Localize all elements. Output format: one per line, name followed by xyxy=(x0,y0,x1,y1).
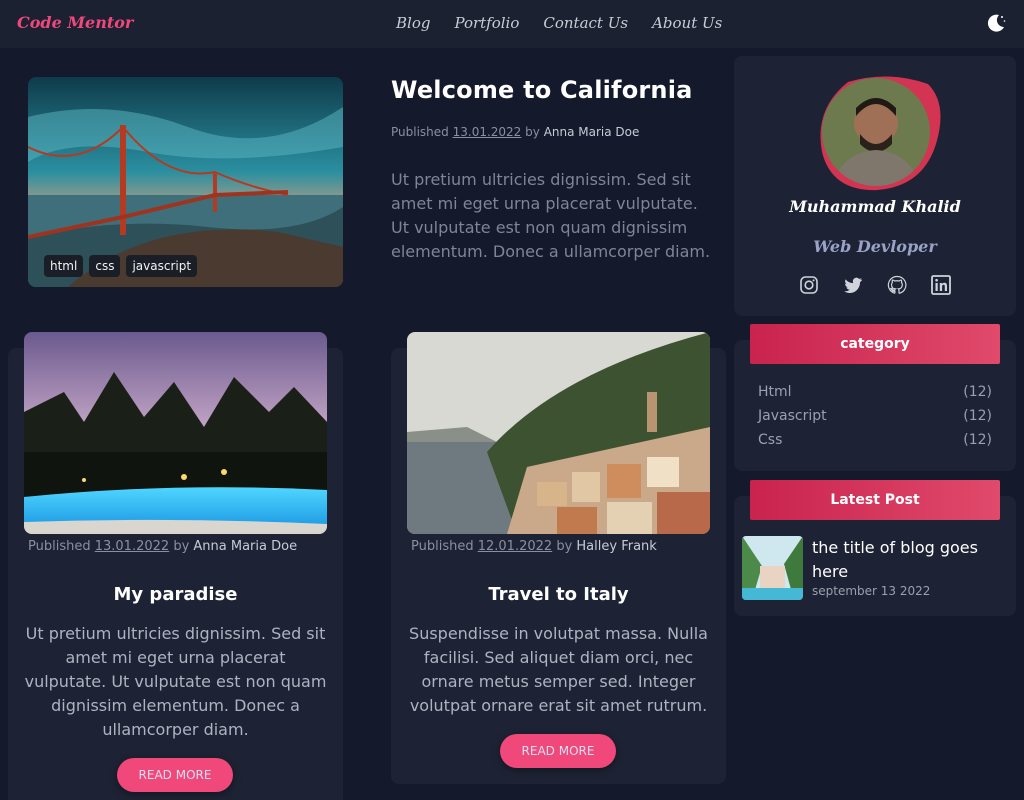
category-item[interactable]: Html (12) xyxy=(758,380,992,404)
post-excerpt: Ut pretium ultricies dignissim. Sed sit … xyxy=(24,624,327,739)
published-label: Published xyxy=(28,539,91,554)
latest-post-thumbnail[interactable] xyxy=(742,536,803,600)
profile-name: Muhammad Khalid xyxy=(789,197,961,216)
category-label: Css xyxy=(758,432,783,448)
category-list: Html (12) Javascript (12) Css (12) xyxy=(758,380,992,452)
twitter-icon[interactable] xyxy=(843,275,863,295)
read-more-button[interactable]: READ MORE xyxy=(117,758,233,792)
brand-logo[interactable]: Code Mentor xyxy=(17,13,133,32)
tag-html[interactable]: html xyxy=(44,255,84,277)
post-title[interactable]: My paradise xyxy=(24,584,327,605)
by-label: by xyxy=(525,125,540,139)
category-heading: category xyxy=(750,324,1000,364)
nav-link-portfolio[interactable]: Portfolio xyxy=(454,14,519,32)
publish-date-link[interactable]: 13.01.2022 xyxy=(95,539,169,554)
category-label: Html xyxy=(758,384,792,400)
nav-link-about[interactable]: About Us xyxy=(652,14,722,32)
post-image-paradise xyxy=(24,332,327,534)
published-label: Published xyxy=(391,125,449,139)
tag-javascript[interactable]: javascript xyxy=(126,255,198,277)
latest-post-date: september 13 2022 xyxy=(812,584,931,598)
publish-date-link[interactable]: 12.01.2022 xyxy=(478,539,552,554)
published-label: Published xyxy=(411,539,474,554)
category-count: (12) xyxy=(963,432,992,448)
tag-css[interactable]: css xyxy=(89,255,121,277)
nav-links: Blog Portfolio Contact Us About Us xyxy=(396,14,722,32)
category-item[interactable]: Javascript (12) xyxy=(758,404,992,428)
profile-role: Web Devloper xyxy=(813,237,937,256)
moon-icon[interactable] xyxy=(985,12,1007,34)
post-meta: Published 13.01.2022 by Anna Maria Doe xyxy=(28,539,297,554)
author-name: Anna Maria Doe xyxy=(543,125,640,139)
linkedin-icon[interactable] xyxy=(931,275,951,295)
social-links xyxy=(799,275,951,295)
category-count: (12) xyxy=(963,384,992,400)
by-label: by xyxy=(556,539,573,554)
navbar: Code Mentor Blog Portfolio Contact Us Ab… xyxy=(0,0,1024,48)
publish-date-link[interactable]: 13.01.2022 xyxy=(453,125,522,139)
hero-meta: Published 13.01.2022 by Anna Maria Doe xyxy=(391,125,639,139)
author-name: Anna Maria Doe xyxy=(193,539,298,554)
nav-link-contact[interactable]: Contact Us xyxy=(543,14,628,32)
instagram-icon[interactable] xyxy=(799,275,819,295)
latest-post-title[interactable]: the title of blog goes here xyxy=(812,536,1002,584)
read-more-button[interactable]: READ MORE xyxy=(500,734,616,768)
by-label: by xyxy=(173,539,190,554)
category-item[interactable]: Css (12) xyxy=(758,428,992,452)
author-name: Halley Frank xyxy=(576,539,657,554)
latest-post-heading: Latest Post xyxy=(750,480,1000,520)
avatar xyxy=(822,78,930,186)
post-meta: Published 12.01.2022 by Halley Frank xyxy=(411,539,657,554)
github-icon[interactable] xyxy=(887,275,907,295)
post-title[interactable]: Travel to Italy xyxy=(407,584,710,605)
hero-title[interactable]: Welcome to California xyxy=(391,76,693,104)
hero-excerpt: Ut pretium ultricies dignissim. Sed sit … xyxy=(391,170,711,261)
nav-link-blog[interactable]: Blog xyxy=(396,14,430,32)
category-count: (12) xyxy=(963,408,992,424)
category-label: Javascript xyxy=(758,408,827,424)
post-excerpt: Suspendisse in volutpat massa. Nulla fac… xyxy=(409,624,708,715)
post-image-italy xyxy=(407,332,710,534)
hero-tags: html css javascript xyxy=(44,255,198,277)
